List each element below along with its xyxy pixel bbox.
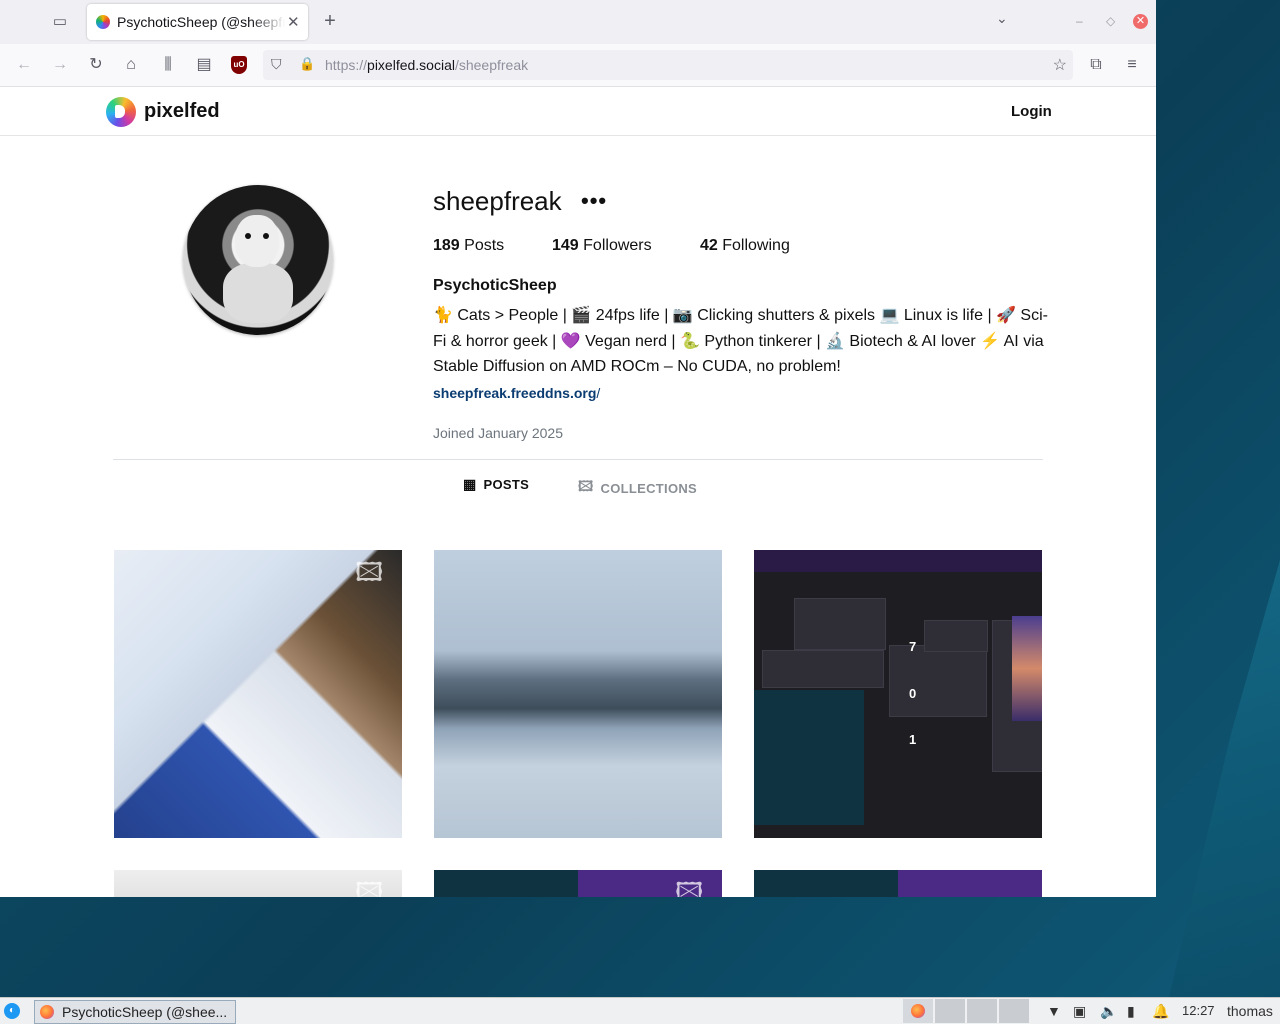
post-screenshot-node	[889, 645, 987, 717]
profile-divider	[113, 459, 1043, 460]
followers-stat[interactable]: 149 Followers	[552, 237, 652, 255]
following-stat[interactable]: 42 Following	[700, 237, 790, 255]
multiple-images-icon: 🖾	[355, 877, 384, 897]
display-name: PsychoticSheep	[433, 277, 557, 294]
post-thumbnail[interactable]	[434, 550, 722, 838]
post-thumbnail[interactable]: 7 0 1	[754, 550, 1042, 838]
url-bar[interactable]: ⛉ 🔒 https://pixelfed.social/sheepfreak ☆	[263, 50, 1073, 80]
ublock-origin-icon[interactable]: uO	[231, 56, 247, 74]
reload-icon[interactable]: ↻	[86, 55, 106, 75]
taskbar-window-button[interactable]: PsychoticSheep (@shee...	[34, 1000, 236, 1024]
tab-posts[interactable]: ▦ POSTS	[463, 476, 529, 493]
browser-tab[interactable]: PsychoticSheep (@sheepfreak) - Pixelfed …	[87, 4, 308, 40]
avatar-sheep-face	[235, 215, 279, 267]
tab-title: PsychoticSheep (@sheepfreak) - Pixelfed	[117, 14, 285, 30]
navigation-toolbar: ← → ↻ ⌂ ⫼ ▤ uO ⛉ 🔒 https://pixelfed.soci…	[0, 44, 1156, 87]
site-header: pixelfed Login	[0, 87, 1156, 136]
multiple-images-icon: 🖾	[675, 877, 704, 897]
desktop-wallpaper-shape	[1168, 560, 1280, 1000]
wifi-icon[interactable]: ▼	[1047, 1003, 1061, 1019]
taskbar: ◐ PsychoticSheep (@shee... ▼ ▣ 🔈 ▮ 🔔 12:…	[0, 997, 1280, 1024]
workspace-4[interactable]	[999, 999, 1030, 1023]
window-close-icon[interactable]: ✕	[1133, 14, 1148, 29]
posts-stat[interactable]: 189 Posts	[433, 237, 504, 255]
post-thumbnail[interactable]: 🖾	[434, 870, 722, 897]
clock[interactable]: 12:27	[1182, 1003, 1215, 1018]
maximize-icon[interactable]: ◇	[1106, 14, 1115, 28]
extensions-icon[interactable]: ⧉	[1086, 55, 1106, 75]
tab-collections[interactable]: 🖾 COLLECTIONS	[578, 476, 697, 500]
workspace-3[interactable]	[967, 999, 998, 1023]
grid-icon: ▦	[463, 476, 477, 492]
firefox-icon	[40, 1005, 54, 1019]
profile-username: sheepfreak	[433, 186, 562, 216]
avatar-eye-right	[263, 233, 269, 239]
post-thumbnail[interactable]	[754, 870, 1042, 897]
battery-icon[interactable]: ▮	[1127, 1003, 1135, 1020]
avatar-eye-left	[245, 233, 251, 239]
tab-list-icon[interactable]: ▭	[50, 12, 70, 32]
forward-icon[interactable]: →	[50, 55, 70, 75]
login-link[interactable]: Login	[1011, 103, 1052, 120]
page-content: pixelfed Login sheepfreak ••• 189 Posts …	[0, 87, 1156, 897]
website-link[interactable]: sheepfreak.freeddns.org/	[433, 385, 600, 401]
multiple-images-icon: 🖾	[355, 557, 384, 587]
post-screenshot-terminal	[754, 690, 864, 825]
firefox-icon	[911, 1004, 925, 1018]
workspace-1[interactable]	[903, 999, 934, 1023]
browser-window: ▭ PsychoticSheep (@sheepfreak) - Pixelfe…	[0, 0, 1156, 897]
avatar-sheep-body	[223, 263, 293, 323]
tab-bar: ▭ PsychoticSheep (@sheepfreak) - Pixelfe…	[0, 0, 1156, 44]
post-thumbnail[interactable]: 🖾	[114, 870, 402, 897]
home-icon[interactable]: ⌂	[121, 55, 141, 75]
library-icon[interactable]: ⫼	[158, 55, 178, 75]
post-screenshot-label: 0	[909, 686, 917, 701]
tracking-protection-icon[interactable]: ⛉	[271, 56, 282, 73]
new-tab-icon[interactable]: +	[320, 10, 340, 33]
sidebar-icon[interactable]: ▤	[194, 55, 214, 75]
lock-icon[interactable]: 🔒	[299, 56, 315, 72]
post-screenshot-node	[762, 650, 884, 688]
post-screenshot-label: 1	[909, 732, 917, 747]
post-screenshot-artwork	[1012, 616, 1042, 721]
avatar	[183, 185, 333, 335]
post-screenshot-topbar	[754, 550, 1042, 572]
minimize-icon[interactable]: –	[1076, 14, 1083, 28]
joined-date: Joined January 2025	[433, 425, 563, 441]
post-thumbnail[interactable]: 🖾	[114, 550, 402, 838]
menu-icon[interactable]: ≡	[1122, 55, 1142, 75]
user-name[interactable]: thomas	[1227, 1003, 1273, 1019]
url-text[interactable]: https://pixelfed.social/sheepfreak	[325, 57, 528, 73]
collections-icon: 🖾	[578, 478, 594, 494]
post-screenshot-node	[794, 598, 886, 650]
bookmark-star-icon[interactable]: ☆	[1053, 55, 1067, 75]
start-menu-icon[interactable]: ◐	[4, 1003, 20, 1019]
pixelfed-logo-icon[interactable]	[106, 97, 136, 127]
brand-name[interactable]: pixelfed	[144, 100, 220, 123]
volume-icon[interactable]: 🔈	[1100, 1003, 1117, 1020]
tab-close-icon[interactable]: ✕	[287, 13, 300, 31]
taskbar-window-title: PsychoticSheep (@shee...	[62, 1004, 228, 1020]
post-screenshot-node	[924, 620, 988, 652]
more-options-icon[interactable]: •••	[581, 188, 607, 214]
post-screenshot-label: 7	[909, 639, 917, 654]
package-updates-icon[interactable]: ▣	[1073, 1003, 1086, 1020]
profile-bio: 🐈 Cats > People | 🎬 24fps life | 📷 Click…	[433, 307, 1048, 375]
workspace-2[interactable]	[935, 999, 966, 1023]
back-icon[interactable]: ←	[14, 55, 34, 75]
pixelfed-favicon-icon	[96, 15, 110, 29]
notifications-bell-icon[interactable]: 🔔	[1152, 1003, 1169, 1020]
tab-overflow-chevron-icon[interactable]: ⌄	[996, 10, 1008, 27]
